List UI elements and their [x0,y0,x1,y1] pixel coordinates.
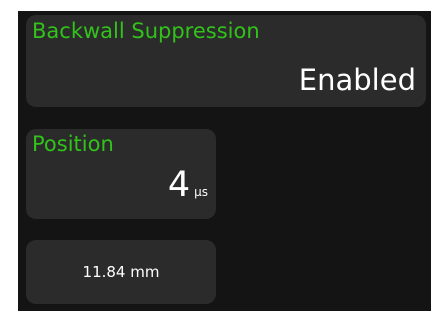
position-tile[interactable]: Position 4 µs [26,129,216,219]
position-readout: 4 µs [168,165,208,205]
position-label: Position [32,132,114,156]
backwall-suppression-value: Enabled [298,63,416,97]
position-unit: µs [194,185,208,199]
distance-value: 11.84 mm [82,263,160,281]
position-value: 4 [167,165,191,205]
backwall-suppression-tile[interactable]: Backwall Suppression Enabled [26,15,426,107]
backwall-suppression-label: Backwall Suppression [32,19,260,43]
distance-tile[interactable]: 11.84 mm [26,240,216,304]
